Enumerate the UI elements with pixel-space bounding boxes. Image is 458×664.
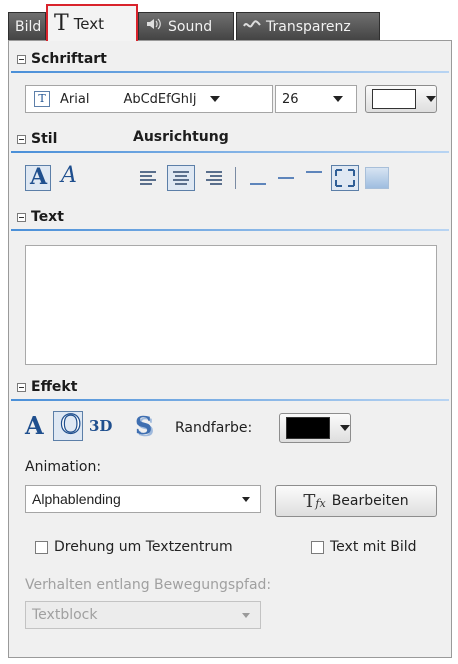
section-effect-header[interactable]: Effekt [17,377,77,397]
tab-sound-label: Sound [168,18,213,35]
border-color-swatch [286,417,330,439]
rotate-checkbox-row[interactable]: Drehung um Textzentrum [35,539,233,555]
chevron-down-icon[interactable] [242,497,250,502]
font-preview: AbCdEfGhIj [123,91,197,107]
transparency-icon [243,14,261,40]
section-text-title: Text [31,209,64,225]
font-size-value: 26 [282,91,299,107]
divider [11,71,449,73]
three-d-label: 3D [89,417,113,435]
tab-bild-label: Bild [15,18,42,35]
effect-shadow-button[interactable]: S [135,411,159,441]
plain-glyph: A [25,411,44,440]
edit-animation-button[interactable]: Tfx Bearbeiten [275,485,437,517]
border-color-label: Randfarbe: [175,420,253,436]
speaker-icon [145,14,163,40]
text-input[interactable] [25,245,437,365]
text-effect-icon: Tfx [303,490,326,512]
font-name: Arial [60,91,90,107]
path-value: Textblock [32,607,98,623]
tab-bar: Bild T Text Sound Transparenz [0,0,458,41]
font-size-select[interactable]: 26 [275,85,357,113]
collapse-icon[interactable] [17,382,26,392]
italic-glyph: A [61,163,77,188]
path-select: Textblock [25,601,261,629]
effect-outline-button[interactable]: O [53,409,83,441]
text-with-image-label: Text mit Bild [330,539,417,555]
chevron-down-icon [242,613,250,618]
align-middle-icon[interactable] [275,167,297,189]
align-bottom-icon[interactable] [247,167,269,189]
chevron-down-icon[interactable] [332,96,343,102]
rotate-label: Drehung um Textzentrum [54,539,233,555]
font-select[interactable]: T Arial AbCdEfGhIj [25,85,273,113]
animation-value: Alphablending [32,491,121,507]
italic-button[interactable]: A [57,163,83,191]
section-font-title: Schriftart [31,51,107,67]
tab-text-label: Text [73,14,105,33]
bold-glyph: A [30,164,48,190]
path-label: Verhalten entlang Bewegungspfad: [25,577,272,593]
tab-transparenz[interactable]: Transparenz [236,12,380,40]
effect-3d-button[interactable]: 3D [89,417,123,441]
fit-frame-icon[interactable] [331,165,359,191]
edit-button-label: Bearbeiten [331,493,409,509]
text-t-icon: T [54,10,69,36]
chevron-down-icon[interactable] [426,96,436,102]
section-text-header[interactable]: Text [17,207,64,227]
tab-transparenz-label: Transparenz [266,18,351,35]
rotate-checkbox[interactable] [35,540,48,554]
align-top-icon[interactable] [303,167,325,189]
outline-glyph: O [59,409,82,440]
section-font-header[interactable]: Schriftart [17,49,107,69]
align-right-icon[interactable] [203,167,225,189]
divider [11,229,449,231]
section-style-header[interactable]: Stil [17,129,57,149]
tab-bild[interactable]: Bild [8,12,46,40]
divider [11,151,449,153]
section-style-title: Stil [31,131,58,147]
tab-sound[interactable]: Sound [138,12,234,40]
collapse-icon[interactable] [17,134,26,144]
bold-button[interactable]: A [25,164,51,191]
font-file-icon: T [34,91,50,107]
text-with-image-checkbox[interactable] [311,540,324,554]
chevron-down-icon[interactable] [340,425,350,431]
tab-text[interactable]: T Text [46,4,138,41]
collapse-icon[interactable] [17,212,26,222]
border-color-picker[interactable] [279,413,351,443]
section-effect-title: Effekt [31,379,78,395]
effect-plain-button[interactable]: A [25,411,51,441]
text-with-image-row[interactable]: Text mit Bild [311,539,417,555]
fill-frame-icon[interactable] [365,167,389,189]
align-center-icon[interactable] [167,165,195,191]
shadow-glyph: S [135,411,153,440]
divider [235,167,236,189]
align-left-icon[interactable] [137,167,159,189]
chevron-down-icon[interactable] [210,96,221,102]
font-color-picker[interactable] [365,85,437,113]
divider [11,399,449,401]
animation-label: Animation: [25,459,102,475]
font-color-swatch [372,89,416,109]
collapse-icon[interactable] [17,54,26,64]
alignment-title: Ausrichtung [133,129,229,145]
text-settings-panel: Schriftart T Arial AbCdEfGhIj 26 Stil Au… [8,40,452,658]
animation-select[interactable]: Alphablending [25,485,261,513]
